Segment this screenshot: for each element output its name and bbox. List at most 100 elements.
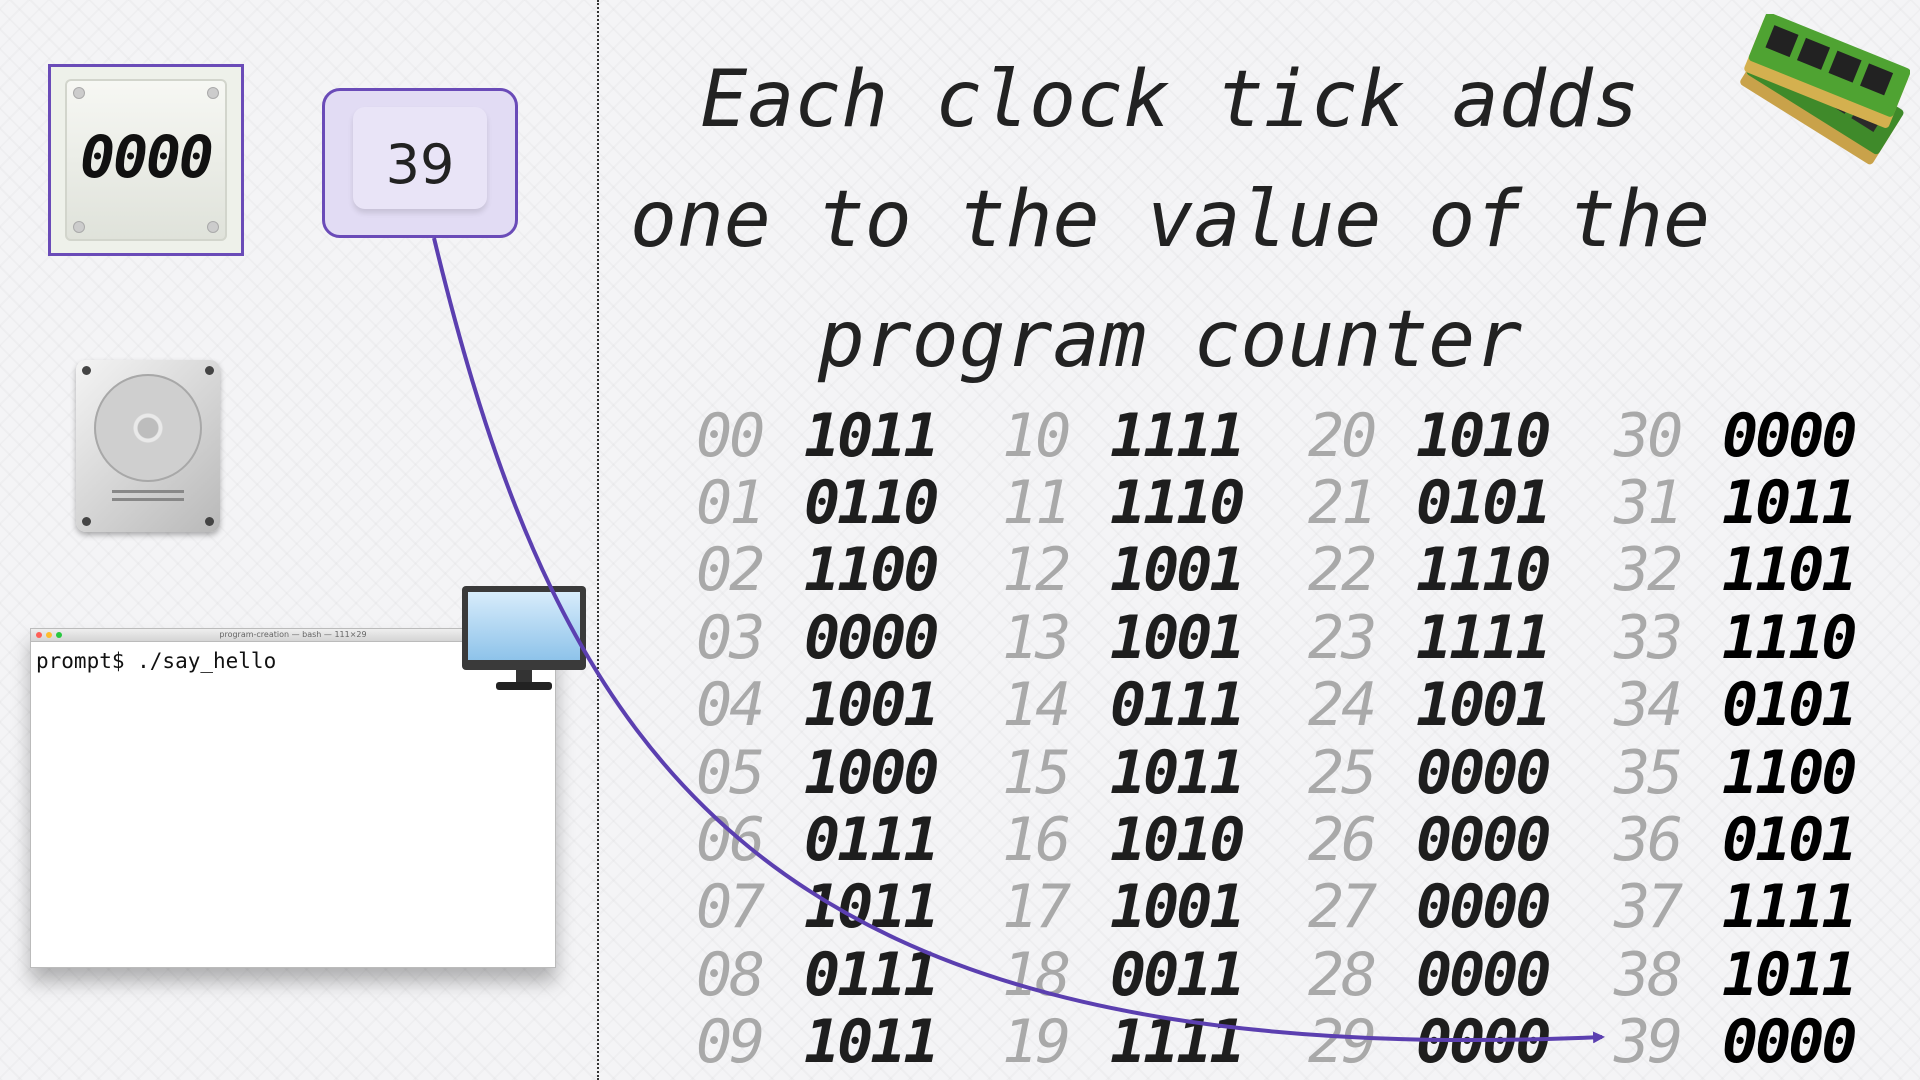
memory-cell: 12 1001: [1002, 535, 1308, 606]
memory-value: 1001: [804, 670, 939, 741]
memory-cell: 03 0000: [696, 602, 1002, 673]
memory-address: 18: [1002, 939, 1071, 1010]
memory-cell: 02 1100: [696, 535, 1002, 606]
memory-value: 1011: [804, 872, 939, 943]
minimize-icon[interactable]: [46, 632, 52, 638]
memory-cell: 05 1000: [696, 737, 1002, 808]
memory-value: 1011: [804, 1007, 939, 1078]
memory-address: 30: [1614, 400, 1683, 471]
zoom-icon[interactable]: [56, 632, 62, 638]
memory-value: 0101: [1416, 468, 1551, 539]
memory-value: 0000: [1722, 400, 1857, 471]
memory-address: 10: [1002, 400, 1071, 471]
memory-value: 0000: [1416, 805, 1551, 876]
memory-value: 1011: [1722, 939, 1857, 1010]
memory-cell: 00 1011: [696, 400, 1002, 471]
memory-cell: 01 0110: [696, 468, 1002, 539]
memory-value: 0110: [804, 468, 939, 539]
memory-address: 32: [1614, 535, 1683, 606]
memory-cell: 35 1100: [1614, 737, 1920, 808]
memory-cell: 38 1011: [1614, 939, 1920, 1010]
register-chip: 0000: [48, 64, 244, 256]
memory-cell: 16 1010: [1002, 805, 1308, 876]
memory-cell: 31 1011: [1614, 468, 1920, 539]
memory-cell: 20 1010: [1308, 400, 1614, 471]
memory-value: 1100: [804, 535, 939, 606]
memory-value: 1111: [1110, 1007, 1245, 1078]
memory-value: 1101: [1722, 535, 1857, 606]
memory-address: 01: [696, 468, 765, 539]
memory-value: 1111: [1110, 400, 1245, 471]
memory-value: 1100: [1722, 737, 1857, 808]
memory-cell: 36 0101: [1614, 805, 1920, 876]
memory-value: 1001: [1110, 602, 1245, 673]
memory-cell: 18 0011: [1002, 939, 1308, 1010]
memory-value: 0111: [804, 939, 939, 1010]
memory-value: 1110: [1416, 535, 1551, 606]
memory-address: 27: [1308, 872, 1377, 943]
memory-address: 07: [696, 872, 765, 943]
panel-divider: [597, 0, 599, 1080]
memory-cell: 11 1110: [1002, 468, 1308, 539]
memory-value: 1010: [1416, 400, 1551, 471]
memory-value: 1011: [804, 400, 939, 471]
memory-value: 1001: [1110, 872, 1245, 943]
title-line-2: one to the value of the: [629, 175, 1711, 265]
memory-value: 0000: [1416, 872, 1551, 943]
memory-cell: 04 1001: [696, 670, 1002, 741]
memory-value: 0011: [1110, 939, 1245, 1010]
memory-cell: 37 1111: [1614, 872, 1920, 943]
memory-address: 11: [1002, 468, 1071, 539]
memory-value: 1110: [1110, 468, 1245, 539]
memory-address: 20: [1308, 400, 1377, 471]
memory-address: 00: [696, 400, 765, 471]
memory-table: 00 1011 01 0110 02 1100 03 0000 04 1001 05 1000 06 01…: [696, 400, 1876, 1078]
memory-value: 1011: [1110, 737, 1245, 808]
memory-address: 02: [696, 535, 765, 606]
memory-cell: 24 1001: [1308, 670, 1614, 741]
memory-cell: 32 1101: [1614, 535, 1920, 606]
memory-value: 0000: [804, 602, 939, 673]
memory-cell: 26 0000: [1308, 805, 1614, 876]
memory-address: 12: [1002, 535, 1071, 606]
memory-cell: 14 0111: [1002, 670, 1308, 740]
memory-value: 1010: [1110, 805, 1245, 876]
memory-address: 36: [1614, 805, 1683, 876]
memory-address: 05: [696, 737, 765, 808]
memory-address: 13: [1002, 602, 1071, 673]
memory-value: 1001: [1416, 670, 1551, 741]
memory-cell: 34 0101: [1614, 670, 1920, 741]
memory-address: 19: [1002, 1007, 1071, 1078]
memory-address: 28: [1308, 939, 1377, 1010]
memory-address: 26: [1308, 805, 1377, 876]
memory-cell: 33 1110: [1614, 603, 1920, 673]
memory-cell: 25 0000: [1308, 738, 1614, 808]
memory-value: 1001: [1110, 535, 1245, 606]
memory-cell: 08 0111: [696, 939, 1002, 1010]
memory-address: 17: [1002, 872, 1071, 943]
memory-value: 0000: [1416, 1007, 1551, 1078]
memory-address: 04: [696, 670, 765, 741]
title-line-1: Each clock tick adds: [700, 55, 1640, 145]
memory-address: 15: [1002, 737, 1071, 808]
title-line-3: program counter: [817, 295, 1523, 385]
memory-cell: 39 0000: [1614, 1007, 1920, 1078]
memory-cell: 28 0000: [1308, 939, 1614, 1010]
memory-value: 0000: [1722, 1007, 1857, 1078]
memory-address: 21: [1308, 468, 1377, 539]
memory-cell: 19 1111: [1002, 1007, 1308, 1078]
memory-address: 37: [1614, 872, 1683, 943]
memory-address: 34: [1614, 670, 1683, 741]
memory-cell: 23 1111: [1308, 602, 1614, 673]
memory-cell: 13 1001: [1002, 602, 1308, 673]
memory-address: 09: [696, 1007, 765, 1078]
memory-value: 1111: [1416, 602, 1551, 673]
memory-address: 31: [1614, 468, 1683, 539]
memory-value: 0101: [1722, 670, 1857, 741]
memory-cell: 29 0000: [1308, 1007, 1614, 1078]
memory-cell: 21 0101: [1308, 468, 1614, 539]
memory-address: 38: [1614, 939, 1683, 1010]
close-icon[interactable]: [36, 632, 42, 638]
memory-address: 06: [696, 805, 765, 876]
terminal-title: program-creation — bash — 111×29: [219, 630, 367, 639]
